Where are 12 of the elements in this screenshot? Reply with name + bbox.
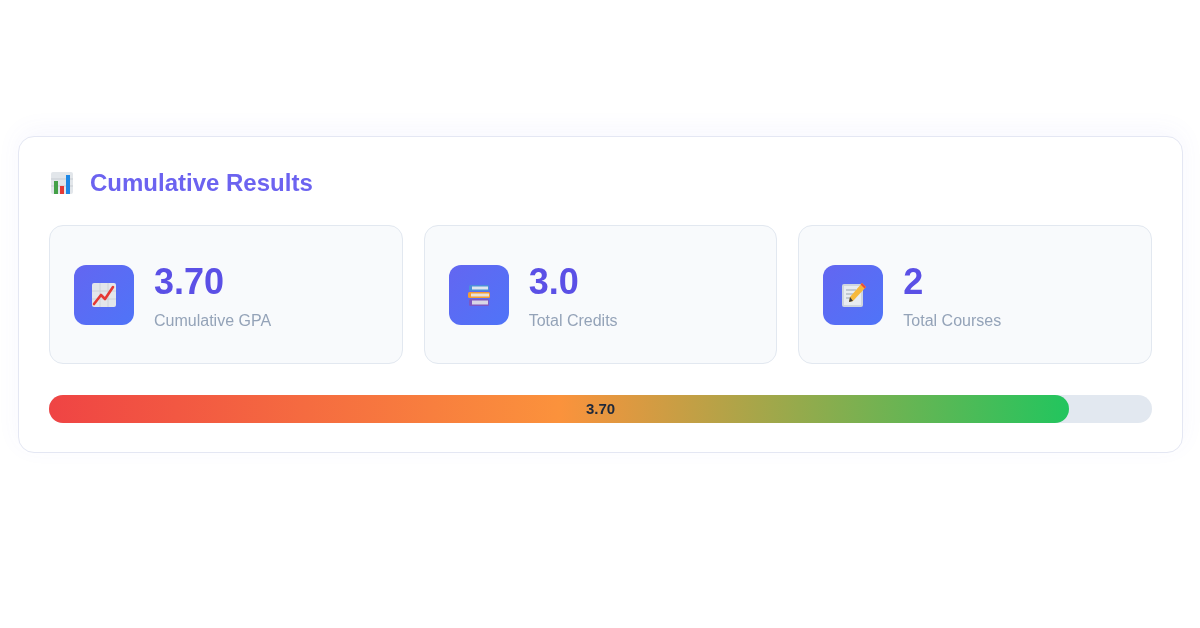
stat-label: Total Credits (528, 310, 618, 331)
stat-value: 3.0 (528, 260, 580, 303)
stat-value: 3.70 (154, 260, 226, 303)
bar-chart-icon (51, 172, 73, 194)
section-title: Cumulative Results (90, 168, 313, 198)
stat-value: 2 (903, 260, 925, 303)
line-chart-icon (74, 264, 134, 325)
books-icon (448, 264, 509, 325)
notepad-pencil-icon (823, 264, 884, 325)
gpa-progress-reading: 3.70 (585, 400, 616, 418)
stat-label: Cumulative GPA (154, 310, 272, 331)
stat-label: Total Courses (903, 310, 1002, 331)
